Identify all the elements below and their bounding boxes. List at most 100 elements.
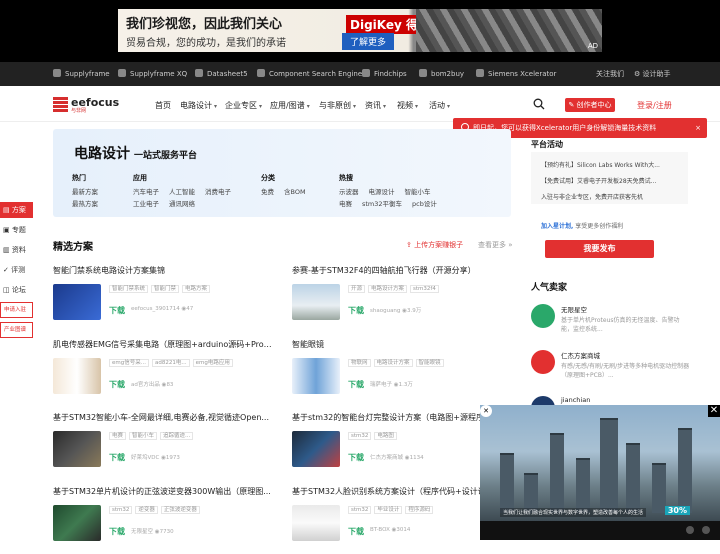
download-button[interactable]: 下载 — [348, 452, 364, 463]
play-icon[interactable] — [686, 526, 694, 534]
creator-center-button[interactable]: ✎ 创作者中心 — [565, 98, 615, 112]
download-button[interactable]: 下载 — [109, 379, 125, 390]
design-helper-link[interactable]: ⚙ 设计助手 — [634, 69, 671, 79]
solution-card[interactable]: 智能门禁系统电路设计方案集锦 智能门禁系统 智能门禁 电路方案 下载 eefocus… — [53, 265, 273, 333]
upload-solution-link[interactable]: ⇪ 上传方案赚银子 — [406, 240, 463, 250]
side-item-solutions[interactable]: ▤ 方案 — [0, 202, 33, 218]
nav-original[interactable]: 与非原创 ▾ — [319, 100, 356, 111]
floating-video-player[interactable]: 30% 当我们让我们融合现实世界与数字世界，塑造改善每个人的生活 — [480, 405, 720, 521]
card-thumbnail[interactable] — [53, 431, 101, 467]
side-item-forum[interactable]: ◫ 论坛 — [0, 282, 33, 298]
hero-link[interactable]: 工业电子 — [133, 200, 159, 208]
hero-link[interactable]: 示波器 — [339, 188, 359, 196]
fullscreen-icon[interactable] — [702, 526, 710, 534]
card-title[interactable]: 基于STM32单片机设计的正弦波逆变器300W输出（原理图... — [53, 486, 273, 497]
video-frame-shape — [576, 458, 590, 513]
download-button[interactable]: 下载 — [109, 452, 125, 463]
hero-link[interactable]: 电赛 — [339, 200, 352, 208]
seller-item[interactable]: 无限星空 基于单片机Proteus仿真的无怪温度、告警功能，监控系统... — [531, 304, 691, 348]
partner-supplyframe[interactable]: Supplyframe — [53, 69, 110, 78]
industry-map-button[interactable]: 产业图谱 — [0, 322, 33, 338]
hero-link[interactable]: 人工智能 — [169, 188, 195, 196]
publish-button[interactable]: 我要发布 — [545, 240, 654, 258]
solution-card[interactable]: 肌电传感器EMG信号采集电路（原理图+arduino源码+Proc... emg… — [53, 339, 273, 407]
view-more-link[interactable]: 查看更多 » — [478, 240, 513, 250]
side-item-reviews[interactable]: ✓ 评测 — [0, 262, 33, 278]
hero-link[interactable]: 汽车电子 — [133, 188, 159, 196]
hero-link[interactable]: stm32平衡车 — [362, 200, 402, 208]
avatar[interactable] — [531, 304, 555, 328]
avatar[interactable] — [531, 350, 555, 374]
solution-card[interactable]: 基于STM32智能小车-全网最详细,电赛必备,视觉循迹Open... 电赛 智能小… — [53, 412, 273, 480]
side-item-materials[interactable]: ▥ 资料 — [0, 242, 33, 258]
platform-item[interactable]: 【预约有礼】Silicon Labs Works With大... — [541, 160, 681, 169]
nav-video[interactable]: 视频 ▾ — [397, 100, 418, 111]
hero-link[interactable]: pcb设计 — [412, 200, 437, 208]
partner-siemens[interactable]: Siemens Xcelerator — [476, 69, 556, 78]
follow-us-link[interactable]: 关注我们 — [596, 69, 624, 79]
card-thumbnail[interactable] — [53, 358, 101, 394]
download-button[interactable]: 下载 — [348, 379, 364, 390]
card-thumbnail[interactable] — [292, 505, 340, 541]
login-register-link[interactable]: 登录/注册 — [637, 100, 672, 111]
close-icon[interactable]: ✕ — [708, 405, 720, 417]
hero-link[interactable]: 最热方案 — [72, 200, 98, 208]
card-thumbnail[interactable] — [53, 505, 101, 541]
card-thumbnail[interactable] — [292, 358, 340, 394]
nav-home[interactable]: 首页 — [155, 100, 171, 111]
partner-component-search[interactable]: Component Search Engine — [257, 69, 362, 78]
card-title[interactable]: 基于STM32智能小车-全网最详细,电赛必备,视觉循迹Open... — [53, 412, 273, 423]
ad-cta-button[interactable]: 了解更多 — [342, 33, 395, 50]
download-button[interactable]: 下载 — [348, 526, 364, 537]
hero-link[interactable]: 消费电子 — [205, 188, 231, 196]
nav-circuit-design[interactable]: 电路设计 ▾ — [180, 100, 217, 111]
card-title[interactable]: 基于STM32人脸识别系统方案设计（程序代码+设计说... — [292, 486, 512, 497]
download-button[interactable]: 下载 — [109, 526, 125, 537]
solution-card[interactable]: 基于stm32的智能台灯完整设计方案（电路图+源程序... stm32 电路图 下… — [292, 412, 512, 480]
hero-link[interactable]: 免费 — [261, 188, 274, 196]
nav-news[interactable]: 资讯 ▾ — [365, 100, 386, 111]
card-title[interactable]: 基于stm32的智能台灯完整设计方案（电路图+源程序... — [292, 412, 512, 423]
partner-datasheet5[interactable]: Datasheet5 — [195, 69, 248, 78]
nav-enterprise[interactable]: 企业专区 ▾ — [225, 100, 262, 111]
nav-application-map[interactable]: 应用/图谱 ▾ — [270, 100, 310, 111]
partner-bar: Supplyframe Supplyframe XQ Datasheet5 Co… — [0, 62, 720, 86]
mute-icon[interactable]: ✕ — [480, 405, 492, 417]
solution-card[interactable]: 智能眼镜 物联网 电路设计方案 智能眼镜 下载 瑞萨电子 ◉1.3万 — [292, 339, 512, 407]
hero-link[interactable]: 含BOM — [284, 188, 306, 196]
card-title[interactable]: 智能眼镜 — [292, 339, 512, 350]
seller-name[interactable]: 无限星空 — [561, 304, 587, 314]
card-thumbnail[interactable] — [53, 284, 101, 320]
solution-card[interactable]: 基于STM32人脸识别系统方案设计（程序代码+设计说... stm32 毕业设计程… — [292, 486, 512, 554]
close-icon[interactable]: × — [695, 118, 701, 138]
digikey-ad[interactable]: 我们珍视您，因此我们关心 贸易合规，您的成功，是我们的承诺 DigiKey 得捷… — [118, 9, 602, 52]
ad-machine-image — [416, 9, 602, 52]
platform-item[interactable]: 【免费试用】艾睿电子开发板28天免费试... — [541, 176, 681, 185]
hero-link[interactable]: 通讯网络 — [169, 200, 195, 208]
seller-name[interactable]: jianchian — [561, 396, 590, 404]
search-icon[interactable] — [533, 98, 545, 110]
solution-card[interactable]: 参赛-基于STM32F4的四轴航拍飞行器（开源分享） 开源 电路设计方案 stm32… — [292, 265, 512, 333]
partner-supplyframe-xq[interactable]: Supplyframe XQ — [118, 69, 187, 78]
card-thumbnail[interactable] — [292, 431, 340, 467]
join-star-plan-link[interactable]: 加入星计划, 享受更多创作福利 — [541, 221, 623, 230]
hero-link[interactable]: 智能小车 — [405, 188, 431, 196]
eefocus-logo[interactable]: eefocus 与非网 — [53, 96, 119, 114]
card-title[interactable]: 参赛-基于STM32F4的四轴航拍飞行器（开源分享） — [292, 265, 512, 276]
download-button[interactable]: 下载 — [348, 305, 364, 316]
card-title[interactable]: 肌电传感器EMG信号采集电路（原理图+arduino源码+Proc... — [53, 339, 273, 350]
platform-item[interactable]: 入驻与非企业专区，免费开店获客先机 — [541, 192, 681, 201]
partner-bom2buy[interactable]: bom2buy — [419, 69, 464, 78]
apply-join-button[interactable]: 申请入驻 — [0, 302, 33, 318]
card-thumbnail[interactable] — [292, 284, 340, 320]
side-item-topics[interactable]: ▣ 专题 — [0, 222, 33, 238]
seller-item[interactable]: 仁杰方案商城 有感/无感/有刷/无刷/步进等多种电机驱动控制器（原理图+PCB）… — [531, 350, 691, 394]
card-title[interactable]: 智能门禁系统电路设计方案集锦 — [53, 265, 273, 276]
download-button[interactable]: 下载 — [109, 305, 125, 316]
seller-name[interactable]: 仁杰方案商城 — [561, 350, 600, 360]
partner-findchips[interactable]: Findchips — [362, 69, 407, 78]
hero-link[interactable]: 电源设计 — [369, 188, 395, 196]
solution-card[interactable]: 基于STM32单片机设计的正弦波逆变器300W输出（原理图... stm32 逆变… — [53, 486, 273, 554]
nav-events[interactable]: 活动 ▾ — [429, 100, 450, 111]
hero-link[interactable]: 最新方案 — [72, 188, 98, 196]
